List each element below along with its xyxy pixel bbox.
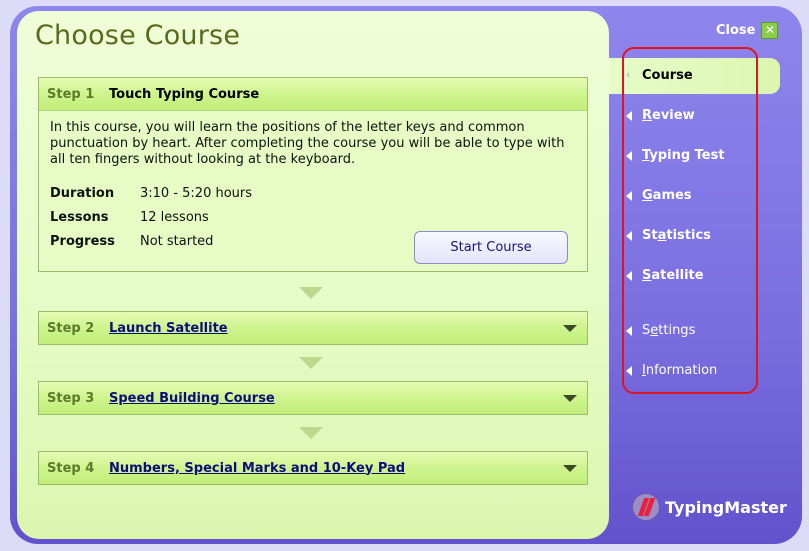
info-progress: Progress Not started [50,234,213,249]
close-button[interactable]: Close ✕ [716,22,779,39]
sidebar-item-label: Typing Test [642,148,725,163]
arrow-left-icon [626,365,632,376]
step-2-panel[interactable]: Step 2 Launch Satellite [38,311,588,345]
sidebar-item-label: Settings [642,323,696,338]
mnemonic-letter: a [657,228,667,243]
sidebar-item-label: Statistics [642,228,711,243]
info-lessons: Lessons 12 lessons [50,210,209,225]
step-3-header[interactable]: Step 3 Speed Building Course [39,382,587,414]
sidebar-item-label: Review [642,108,695,123]
step-number: Step 1 [47,86,95,102]
mnemonic-letter: e [650,323,659,338]
step-3-link[interactable]: Speed Building Course [109,391,275,406]
step-number: Step 4 [47,460,95,476]
step-1-body: In this course, you will learn the posit… [39,110,587,271]
step-1-header: Step 1 Touch Typing Course [39,78,587,110]
step-title: Touch Typing Course [109,86,260,102]
sidebar-item-label: Games [642,188,692,203]
step-number: Step 2 [47,320,95,336]
arrow-left-icon [626,325,632,336]
info-value: 3:10 - 5:20 hours [140,186,253,201]
course-description: In this course, you will learn the posit… [50,120,565,167]
page-title: Choose Course [35,20,241,51]
arrow-left-icon [626,150,632,161]
step-4-header[interactable]: Step 4 Numbers, Special Marks and 10-Key… [39,452,587,484]
info-value: Not started [140,234,214,249]
step-4-panel[interactable]: Step 4 Numbers, Special Marks and 10-Key… [38,451,588,485]
step-connector-arrow-icon [299,287,323,299]
step-2-header[interactable]: Step 2 Launch Satellite [39,312,587,344]
step-connector-arrow-icon [299,357,323,369]
sidebar-item-typing-test[interactable]: Typing Test [626,148,725,163]
sidebar-item-information[interactable]: Information [626,363,717,378]
step-3-panel[interactable]: Step 3 Speed Building Course [38,381,588,415]
brand-logo: TypingMaster [632,493,787,521]
expand-caret-icon[interactable] [563,325,577,332]
arrow-left-icon [626,230,632,241]
info-duration: Duration 3:10 - 5:20 hours [50,186,252,201]
step-1-panel: Step 1 Touch Typing Course In this cours… [38,77,588,272]
sidebar-item-games[interactable]: Games [626,188,692,203]
sidebar-item-course[interactable] [609,58,780,94]
mnemonic-letter: I [642,363,646,378]
step-2-link[interactable]: Launch Satellite [109,321,228,336]
sidebar-item-label: Information [642,363,718,378]
mnemonic-letter: S [642,268,652,283]
sidebar-item-settings[interactable]: Settings [626,323,695,338]
typingmaster-logo-icon [632,493,660,521]
expand-caret-icon[interactable] [563,395,577,402]
close-x-icon[interactable]: ✕ [761,22,779,39]
arrow-left-icon [626,110,632,121]
expand-caret-icon[interactable] [563,465,577,472]
sidebar-item-course-label: Course [642,68,693,83]
mnemonic-letter: R [642,108,653,123]
step-number: Step 3 [47,390,95,406]
mnemonic-letter: G [642,188,653,203]
step-connector-arrow-icon [299,427,323,439]
brand-name: TypingMaster [665,497,787,517]
mnemonic-letter: T [642,148,650,163]
sidebar-item-satellite[interactable]: Satellite [626,268,704,283]
info-label: Duration [50,186,115,201]
arrow-left-icon [626,270,632,281]
start-course-button[interactable]: Start Course [414,231,568,264]
sidebar-item-statistics[interactable]: Statistics [626,228,711,243]
info-label: Lessons [50,210,109,225]
sidebar-item-review[interactable]: Review [626,108,695,123]
info-value: 12 lessons [140,210,209,225]
chevron-left-icon: ‹ [626,68,631,81]
close-label: Close [716,23,756,38]
step-4-link[interactable]: Numbers, Special Marks and 10-Key Pad [109,461,405,476]
info-label: Progress [50,234,115,249]
sidebar-item-label: Satellite [642,268,704,283]
arrow-left-icon [626,190,632,201]
